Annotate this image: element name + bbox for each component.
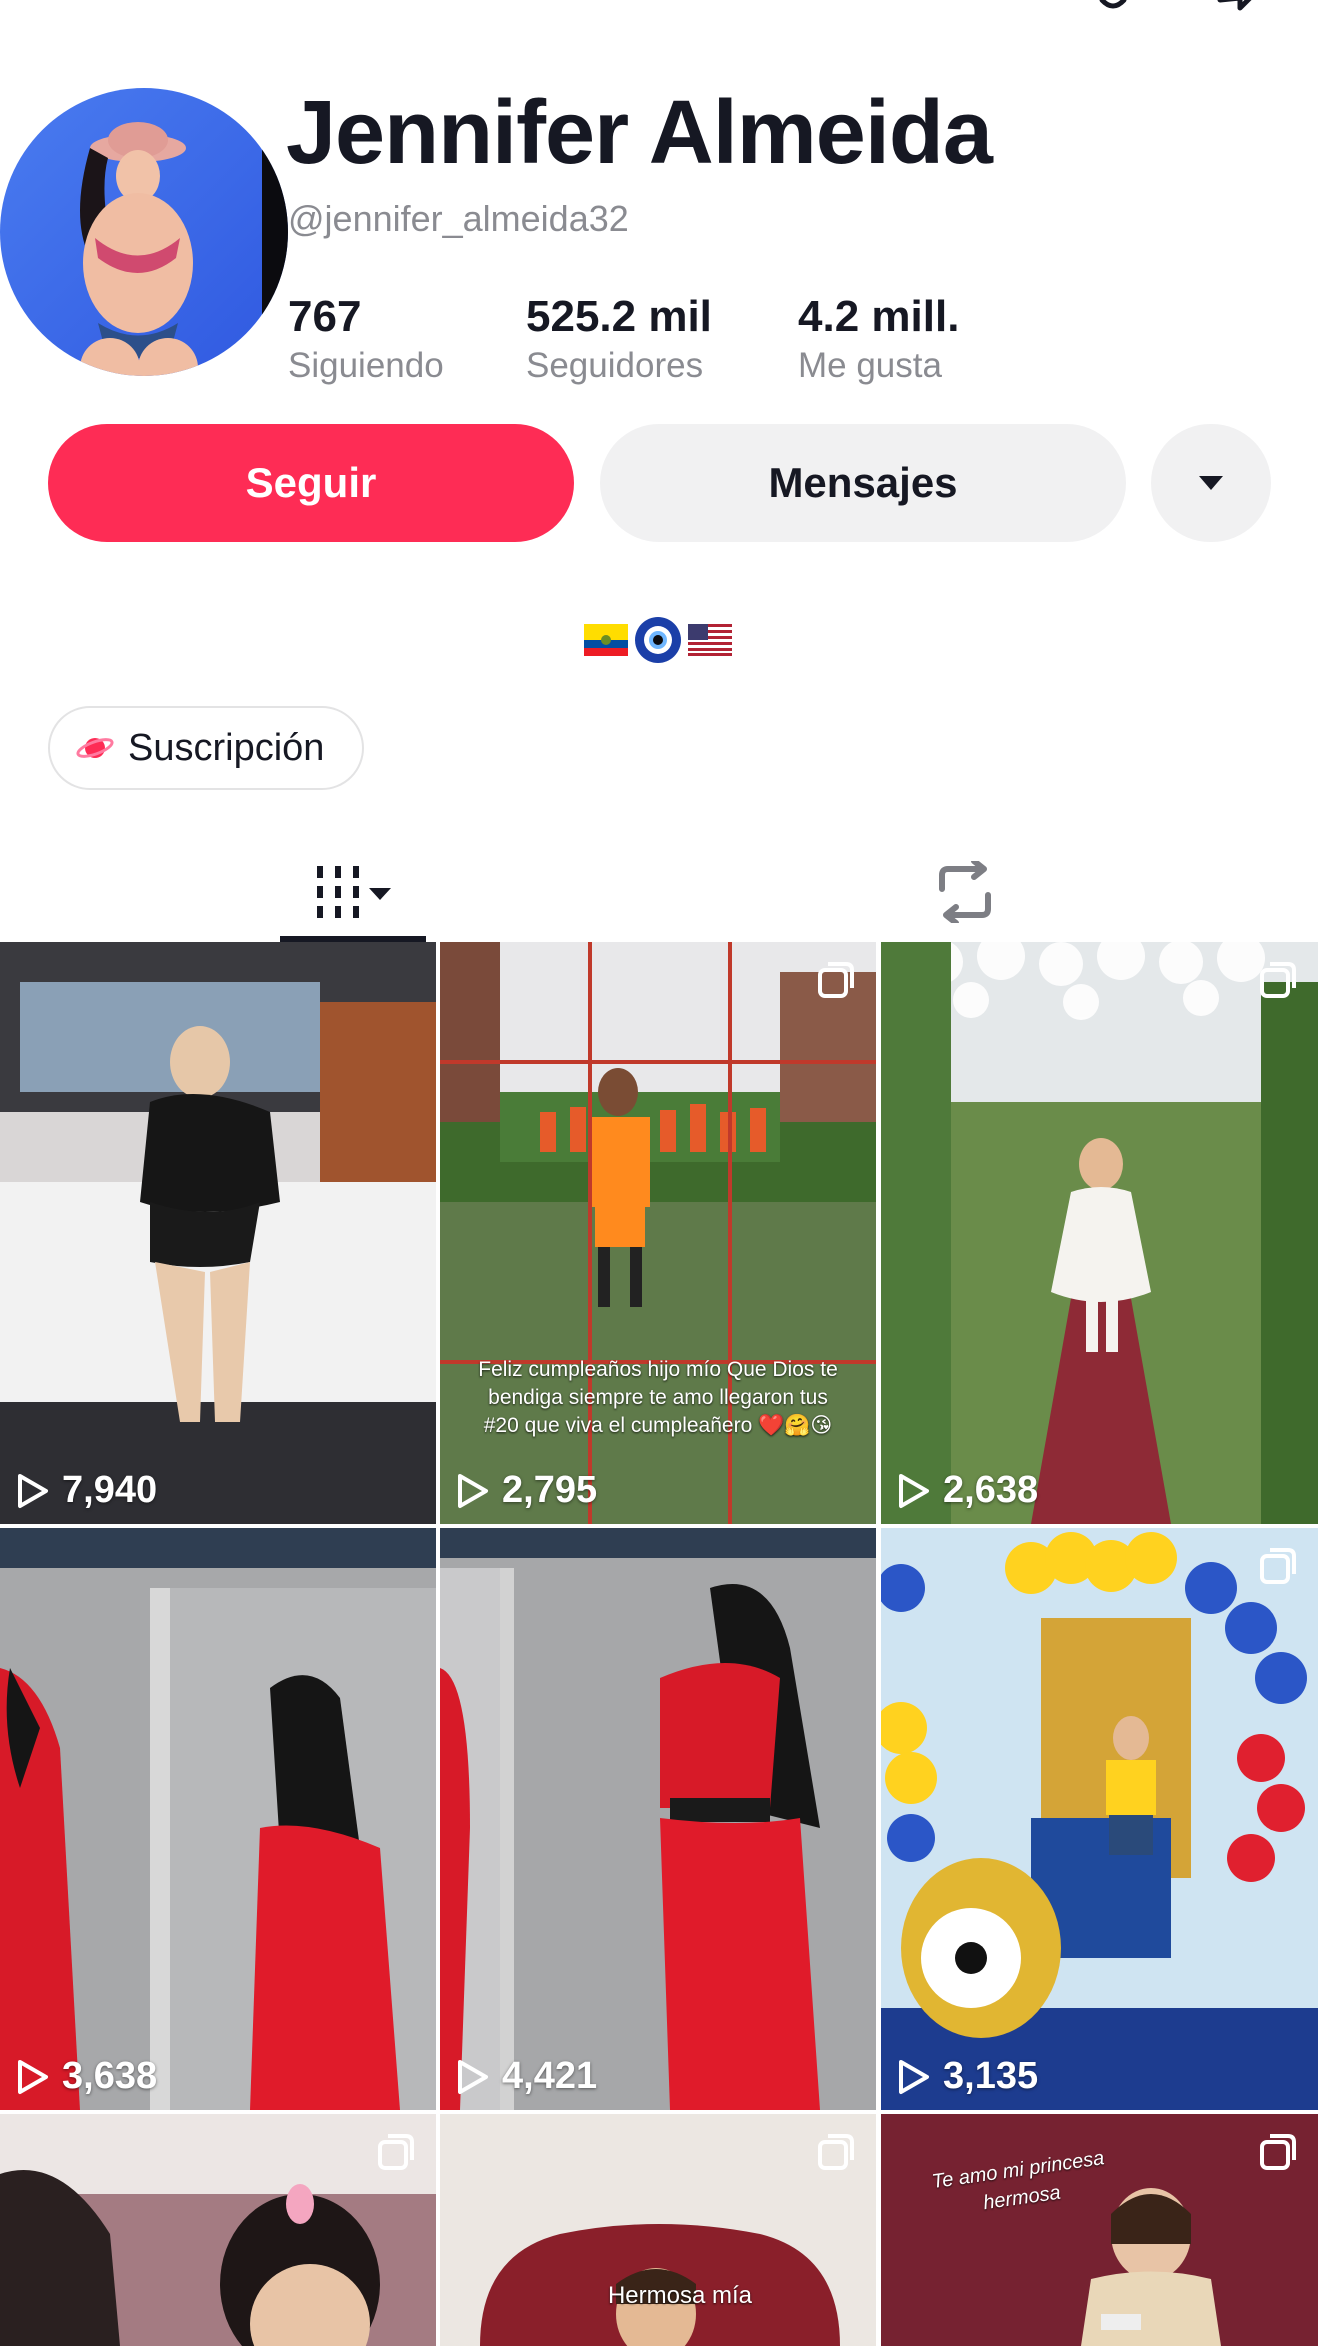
multi-photo-icon (1260, 1548, 1296, 1584)
video-thumbnail-5[interactable]: 4,421 (440, 1528, 876, 2110)
view-count-value: 2,795 (502, 1469, 598, 1511)
subscription-button[interactable]: Suscripción (48, 706, 364, 790)
top-nav-bar (0, 0, 1318, 30)
content-tabs (0, 840, 1318, 944)
video-thumbnail-6[interactable]: 3,135 (881, 1528, 1318, 2110)
video-thumbnail-1[interactable]: 7,940 (0, 942, 436, 1524)
video-grid: 7,940 Feliz cumpleaños hijo mío Que Dios… (0, 942, 1318, 2346)
multi-photo-icon (1260, 962, 1296, 998)
video-thumbnail-image (0, 1528, 436, 2110)
video-thumbnail-4[interactable]: 3,638 (0, 1528, 436, 2110)
video-thumbnail-image (440, 1528, 876, 2110)
view-count-value: 3,135 (943, 2055, 1039, 2097)
video-thumbnail-image (881, 1528, 1318, 2110)
more-options-button[interactable] (1151, 424, 1271, 542)
profile-handle: @jennifer_almeida32 (288, 198, 629, 239)
video-thumbnail-image (881, 942, 1318, 1524)
stat-followers[interactable]: 525.2 mil Seguidores (526, 292, 712, 386)
view-count: 7,940 (16, 1469, 157, 1512)
tab-videos[interactable] (280, 840, 426, 944)
repost-icon (939, 861, 991, 923)
view-count: 3,638 (16, 2055, 157, 2098)
multi-photo-icon (1260, 2134, 1296, 2170)
messages-button[interactable]: Mensajes (600, 424, 1126, 542)
video-thumbnail-3[interactable]: 2,638 (881, 942, 1318, 1524)
usa-flag-icon (688, 624, 732, 656)
share-icon[interactable] (1200, 0, 1262, 22)
followers-label: Seguidores (526, 346, 704, 385)
profile-avatar[interactable] (0, 88, 288, 376)
video-thumbnail-2[interactable]: Feliz cumpleaños hijo mío Que Dios te be… (440, 942, 876, 1524)
view-count-value: 3,638 (62, 2055, 158, 2097)
back-arrow-icon[interactable] (58, 0, 96, 16)
view-count: 3,135 (897, 2055, 1038, 2098)
caret-down-icon (1199, 476, 1223, 490)
play-icon (458, 1473, 488, 1508)
multi-photo-icon (378, 2134, 414, 2170)
video-thumbnail-image (440, 2114, 876, 2346)
view-count-value: 7,940 (62, 1469, 158, 1511)
play-icon (899, 1473, 929, 1508)
multi-photo-icon (818, 2134, 854, 2170)
view-count-value: 4,421 (502, 2055, 598, 2097)
grid-columns-icon (317, 866, 391, 918)
profile-name: Jennifer Almeida (286, 83, 993, 183)
play-icon (458, 2059, 488, 2094)
view-count: 2,795 (456, 1469, 597, 1512)
play-icon (18, 2059, 48, 2094)
likes-count: 4.2 mill. (798, 292, 960, 341)
following-label: Siguiendo (288, 346, 444, 385)
video-thumbnail-image (0, 942, 436, 1524)
video-caption: Hermosa mía (607, 2282, 753, 2309)
subscription-label: Suscripción (128, 726, 325, 769)
video-thumbnail-8[interactable]: Hermosa mía (440, 2114, 876, 2346)
following-count: 767 (288, 292, 362, 341)
planet-icon (76, 738, 114, 758)
video-thumbnail-image (0, 2114, 436, 2346)
likes-label: Me gusta (798, 346, 942, 385)
tab-reposts[interactable] (910, 840, 1020, 944)
bell-icon[interactable] (1082, 0, 1144, 20)
play-icon (18, 1473, 48, 1508)
stat-following[interactable]: 767 Siguiendo (288, 292, 444, 386)
view-count: 2,638 (897, 1469, 1038, 1512)
follow-button[interactable]: Seguir (48, 424, 574, 542)
video-thumbnail-7[interactable] (0, 2114, 436, 2346)
play-icon (899, 2059, 929, 2094)
video-thumbnail-9[interactable]: Te amo mi princesa hermosa (881, 2114, 1318, 2346)
multi-photo-icon (818, 962, 854, 998)
followers-count: 525.2 mil (526, 292, 712, 341)
nazar-amulet-icon (635, 617, 681, 663)
bio (584, 616, 734, 664)
ecuador-flag-icon (584, 624, 628, 656)
video-caption: Feliz cumpleaños hijo mío Que Dios te be… (478, 1358, 838, 1437)
view-count: 4,421 (456, 2055, 597, 2098)
view-count-value: 2,638 (943, 1469, 1039, 1511)
stat-likes[interactable]: 4.2 mill. Me gusta (798, 292, 959, 386)
